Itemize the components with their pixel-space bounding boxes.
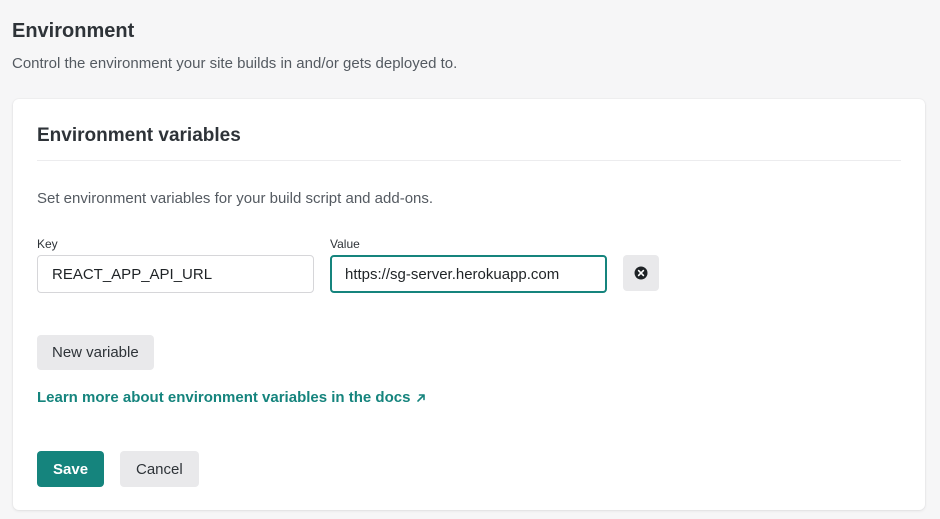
docs-link[interactable]: Learn more about environment variables i… <box>37 389 426 406</box>
docs-link-label: Learn more about environment variables i… <box>37 389 411 406</box>
new-variable-button[interactable]: New variable <box>37 335 154 370</box>
value-input[interactable] <box>330 255 607 293</box>
key-label: Key <box>37 237 58 251</box>
card-title: Environment variables <box>37 125 241 146</box>
remove-variable-button[interactable] <box>623 255 659 291</box>
card-description: Set environment variables for your build… <box>37 190 434 207</box>
cancel-button[interactable]: Cancel <box>120 451 199 487</box>
card-divider <box>37 160 901 161</box>
page-title: Environment <box>12 20 135 42</box>
key-input[interactable] <box>37 255 314 293</box>
arrow-up-right-icon <box>416 393 426 403</box>
close-circle-icon <box>634 266 648 280</box>
page-subtitle: Control the environment your site builds… <box>12 55 458 72</box>
environment-variables-card: Environment variables Set environment va… <box>13 99 925 510</box>
value-label: Value <box>330 237 360 251</box>
save-button[interactable]: Save <box>37 451 105 487</box>
